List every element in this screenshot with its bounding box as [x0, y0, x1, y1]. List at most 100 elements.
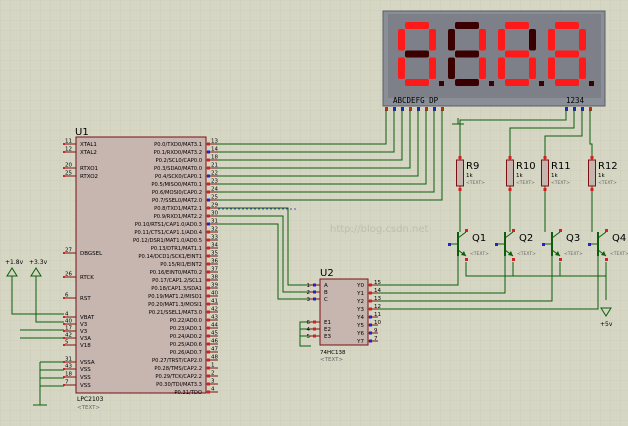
pin-name: V3A — [80, 336, 91, 342]
pin-number: 48 — [211, 355, 218, 361]
pin-name: Y5 — [356, 323, 364, 329]
pin-number: 4 — [211, 387, 215, 393]
segment-b — [429, 29, 436, 51]
pin-number: 40 — [211, 291, 218, 297]
pin-name: P0.15/RI1/EINT2 — [160, 262, 202, 268]
segment-f — [448, 29, 455, 51]
seven-segment-display[interactable]: ABCDEFG DP 1234 — [382, 10, 606, 111]
resistor-body — [588, 159, 596, 187]
resistor-value: 1k — [598, 173, 605, 179]
pin-name: P0.6/MOSI0/CAP0.2 — [152, 190, 202, 196]
u1-microcontroller[interactable]: U1 11XTAL112XTAL220RTXO125RTXO227DBGSEL2… — [63, 127, 218, 411]
resistor-text: <TEXT> — [516, 180, 535, 186]
pin-number: 12 — [374, 304, 381, 310]
pin-name: P0.2/SCL0/CAP0.0 — [155, 158, 202, 164]
resistor-ref: R9 — [466, 161, 479, 172]
pin-name: A — [324, 283, 328, 289]
pin-number: 45 — [211, 331, 218, 337]
pin-number: 30 — [211, 211, 218, 217]
pin-name: P0.29/TCK/CAP2.2 — [155, 374, 202, 380]
pin-name: P0.9/RXD1/MAT2.2 — [154, 214, 202, 220]
pin-number: 4 — [65, 312, 69, 318]
pin-name: P0.28/TMS/CAP2.2 — [154, 366, 202, 372]
transistor-ref: Q2 — [519, 233, 533, 244]
pin-number: 7 — [65, 380, 69, 386]
pin-name: P0.1/RXD0/MAT3.2 — [154, 150, 202, 156]
pin-name: P0.13/DTR1/MAT1.1 — [151, 246, 202, 252]
pin-name: P0.30/TDI/MAT3.3 — [156, 382, 202, 388]
pin-name: P0.18/CAP1.3/SDA1 — [151, 286, 202, 292]
pin-name: Y3 — [356, 307, 364, 313]
watermark: http://blog.csdn.net — [330, 224, 428, 235]
pin-number: 41 — [211, 299, 218, 305]
pin-number: 14 — [211, 147, 218, 153]
segment-dp — [489, 81, 494, 86]
segment-dp — [439, 81, 444, 86]
pin-number: 33 — [211, 235, 218, 241]
pin-number: 46 — [211, 339, 218, 345]
pin-number: 25 — [211, 195, 218, 201]
power-1v8-label: +1.8v — [5, 259, 24, 266]
segment-c — [479, 57, 486, 79]
resistor-body — [506, 159, 514, 187]
pin-name: Y4 — [356, 315, 364, 321]
pin-name: RTCK — [80, 275, 94, 281]
transistor-text: <TEXT> — [610, 251, 628, 257]
pin-name: P0.26/AD0.7 — [170, 350, 202, 356]
pin-name: E2 — [324, 327, 331, 333]
pin-name: P0.5/MISO0/MAT0.1 — [151, 182, 202, 188]
pin-name: P0.11/CTS1/CAP1.1/AD0.4 — [134, 230, 202, 236]
pin-name: P0.7/SSEL0/MAT2.0 — [152, 198, 202, 204]
segment-d — [505, 79, 529, 86]
pin-name: VBAT — [80, 315, 95, 321]
pin-number: 13 — [211, 139, 218, 145]
pin-name: P0.24/AD0.2 — [170, 334, 202, 340]
pin-name: P0.8/TXD1/MAT2.1 — [154, 206, 202, 212]
pin-name: P0.21/SSEL1/MAT3.0 — [149, 310, 202, 316]
pin-number: 21 — [211, 163, 218, 169]
pin-name: VSS — [80, 375, 91, 381]
pin-name: P0.14/DCD1/SCK1/EINT1 — [138, 254, 202, 260]
pin-number: 18 — [65, 372, 72, 378]
pin-number: 27 — [65, 248, 72, 254]
pin-name: E1 — [324, 320, 331, 326]
pin-number: 10 — [374, 320, 381, 326]
resistor-value: 1k — [466, 173, 473, 179]
pin-number: 34 — [211, 243, 218, 249]
pin-name: P0.17/CAP1.2/SCL1 — [152, 278, 202, 284]
pin-number: 20 — [65, 163, 72, 169]
resistor-text: <TEXT> — [466, 180, 485, 186]
pin-name: RTXO2 — [80, 174, 98, 180]
resistor-value: 1k — [551, 173, 558, 179]
pin-number: 3 — [211, 379, 215, 385]
pin-number: 18 — [211, 155, 218, 161]
pin-name: B — [324, 290, 328, 296]
pin-number: 2 — [307, 290, 311, 296]
pin-number: 5 — [65, 340, 69, 346]
power-5v-label: +5v — [600, 321, 613, 328]
transistor-ref: Q4 — [612, 233, 626, 244]
pin-number: 1 — [307, 283, 311, 289]
pin-number: 35 — [211, 251, 218, 257]
segment-e — [398, 57, 405, 79]
pin-number: 37 — [211, 267, 218, 273]
u2-text: <TEXT> — [320, 357, 343, 363]
u1-text: <TEXT> — [77, 405, 100, 411]
segment-c — [579, 57, 586, 79]
pin-number: 2 — [211, 371, 215, 377]
pin-number: 32 — [211, 227, 218, 233]
transistor-ref: Q1 — [472, 233, 486, 244]
pin-name: P0.22/AD0.0 — [170, 318, 202, 324]
pin-name: P0.10/RTS1/CAP1.0/AD0.3 — [135, 222, 202, 228]
segment-dp — [589, 81, 594, 86]
segment-d — [555, 79, 579, 86]
segment-d — [455, 79, 479, 86]
pin-number: 22 — [211, 171, 218, 177]
pin-number: 43 — [65, 364, 72, 370]
segment-e — [448, 57, 455, 79]
segment-a — [505, 22, 529, 29]
segment-e — [498, 57, 505, 79]
pin-number: 12 — [65, 147, 72, 153]
resistor-value: 1k — [516, 173, 523, 179]
segment-g — [555, 50, 579, 58]
